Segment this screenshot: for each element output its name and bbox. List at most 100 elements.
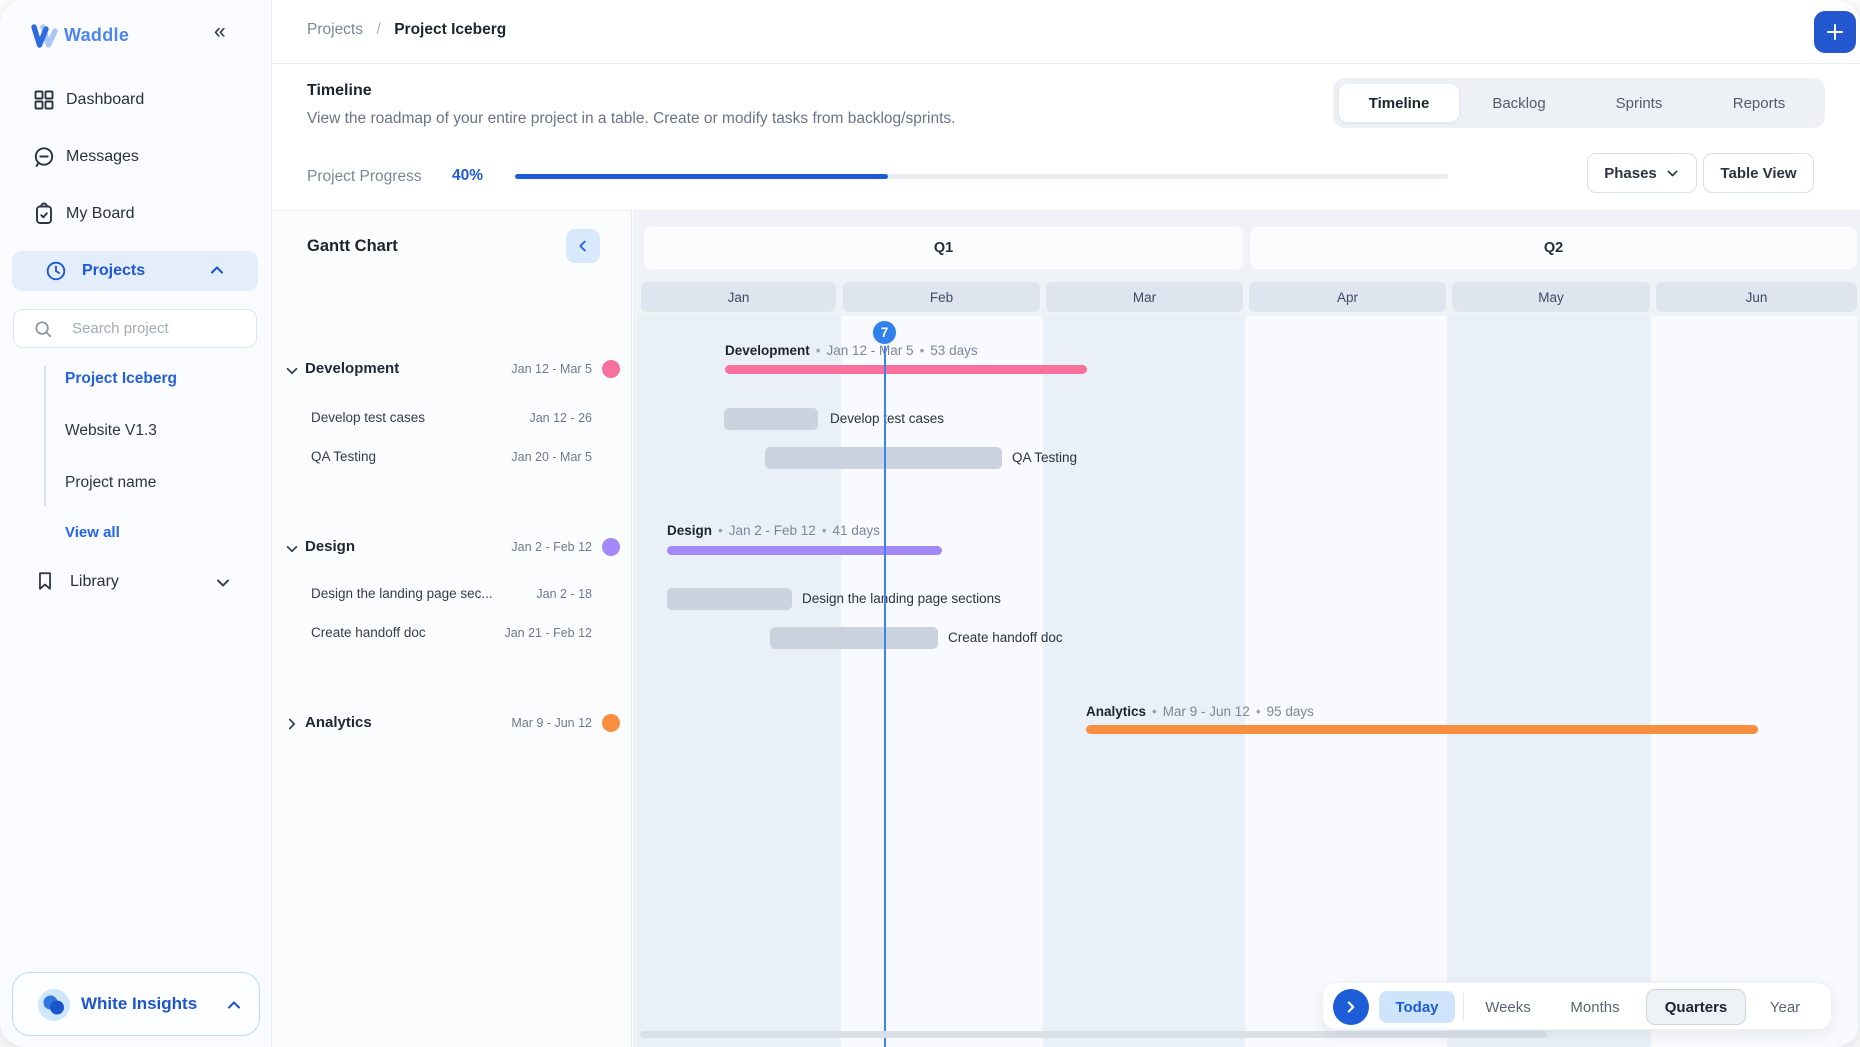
- clock-icon: [44, 259, 68, 283]
- progress-fill: [515, 174, 888, 179]
- horizontal-scrollbar[interactable]: [640, 1031, 1547, 1038]
- timeline-zoom-toolbar: Today Weeks Months Quarters Year: [1322, 982, 1832, 1030]
- today-button[interactable]: Today: [1379, 991, 1455, 1023]
- table-view-button[interactable]: Table View: [1703, 153, 1814, 193]
- progress-value: 40%: [452, 167, 483, 185]
- month-header-mar: Mar: [1046, 282, 1243, 312]
- progress-bar: [515, 174, 1448, 179]
- gantt-group-design[interactable]: Design Jan 2 - Feb 12: [272, 535, 632, 563]
- sidebar-item-label: Messages: [66, 148, 139, 166]
- grid-icon: [32, 88, 56, 112]
- chat-icon: [32, 145, 56, 169]
- sidebar-item-library[interactable]: Library: [0, 566, 272, 598]
- month-stripe: [1043, 316, 1245, 1047]
- view-all-link[interactable]: View all: [65, 524, 120, 541]
- phases-label: Phases: [1604, 165, 1657, 182]
- phases-button[interactable]: Phases: [1587, 153, 1697, 193]
- tab-backlog[interactable]: Backlog: [1459, 84, 1579, 122]
- month-stripe: [1245, 316, 1447, 1047]
- group-color-dot: [602, 714, 620, 732]
- quarters-option[interactable]: Quarters: [1646, 989, 1746, 1025]
- breadcrumb-projects[interactable]: Projects: [307, 21, 363, 38]
- weeks-option[interactable]: Weeks: [1473, 991, 1543, 1023]
- chevron-up-icon: [225, 996, 243, 1019]
- sidebar-collapse-icon[interactable]: «: [214, 20, 226, 44]
- sidebar-item-label: Library: [70, 573, 119, 591]
- task-dates: Jan 20 - Mar 5: [511, 450, 592, 464]
- phase-label-analytics: Analytics•Mar 9 - Jun 12•95 days: [1086, 704, 1314, 719]
- jump-forward-button[interactable]: [1333, 989, 1369, 1025]
- breadcrumb-current: Project Iceberg: [394, 21, 506, 38]
- phase-name: Analytics: [1086, 704, 1146, 719]
- search-project-input[interactable]: [72, 310, 247, 347]
- task-bar-label: Develop test cases: [830, 408, 944, 430]
- sidebar-item-dashboard[interactable]: Dashboard: [0, 84, 272, 116]
- months-option[interactable]: Months: [1555, 991, 1635, 1023]
- app-title: Waddle: [64, 25, 129, 46]
- phase-dates: Jan 2 - Feb 12: [729, 523, 816, 538]
- sidebar-item-messages[interactable]: Messages: [0, 141, 272, 173]
- phase-duration: 53 days: [930, 343, 977, 358]
- phase-bar-development[interactable]: [725, 365, 1087, 374]
- gantt-task-row[interactable]: Create handoff doc Jan 21 - Feb 12: [272, 623, 632, 645]
- task-bar-create-handoff[interactable]: [770, 627, 938, 649]
- gantt-group-development[interactable]: Development Jan 12 - Mar 5: [272, 357, 632, 385]
- phase-bar-analytics[interactable]: [1086, 725, 1758, 734]
- phase-duration: 41 days: [833, 523, 880, 538]
- app-window: Waddle « Dashboard Messages: [0, 0, 1860, 1047]
- gantt-group-analytics[interactable]: Analytics Mar 9 - Jun 12: [272, 711, 632, 739]
- month-header-jan: Jan: [641, 282, 836, 312]
- phase-dates: Mar 9 - Jun 12: [1163, 704, 1250, 719]
- task-bar-label: Design the landing page sections: [802, 588, 1001, 610]
- group-name: Design: [305, 538, 355, 555]
- gantt-task-row[interactable]: Develop test cases Jan 12 - 26: [272, 408, 632, 430]
- waddle-logo-icon: [30, 22, 60, 55]
- search-project-box: [13, 309, 257, 348]
- chevron-down-icon: [1665, 166, 1680, 181]
- phase-label-development: Development•Jan 12 - Mar 5•53 days: [725, 343, 978, 358]
- month-header-may: May: [1452, 282, 1650, 312]
- breadcrumb-separator: /: [376, 21, 380, 38]
- tab-timeline[interactable]: Timeline: [1339, 84, 1459, 122]
- phase-dates: Jan 12 - Mar 5: [827, 343, 914, 358]
- clipboard-icon: [32, 202, 56, 226]
- sidebar-project-website[interactable]: Website V1.3: [65, 422, 157, 440]
- year-option[interactable]: Year: [1755, 991, 1815, 1023]
- panel-collapse-button[interactable]: [566, 229, 600, 263]
- task-bar-design-landing[interactable]: [667, 588, 792, 610]
- white-insights-button[interactable]: White Insights: [12, 972, 260, 1036]
- insights-label: White Insights: [81, 994, 197, 1014]
- sidebar-item-my-board[interactable]: My Board: [0, 198, 272, 230]
- task-name: QA Testing: [311, 449, 376, 464]
- sidebar-item-label: My Board: [66, 205, 134, 223]
- task-bar-label: QA Testing: [1012, 447, 1077, 469]
- today-line: [884, 323, 886, 1047]
- sidebar-project-iceberg[interactable]: Project Iceberg: [65, 370, 177, 388]
- bookmark-icon: [34, 570, 58, 594]
- gantt-task-row[interactable]: Design the landing page sec... Jan 2 - 1…: [272, 584, 632, 606]
- task-bar-develop-test-cases[interactable]: [724, 408, 818, 430]
- task-name: Design the landing page sec...: [311, 586, 493, 601]
- sidebar-project-name[interactable]: Project name: [65, 474, 156, 492]
- tab-reports[interactable]: Reports: [1699, 84, 1819, 122]
- task-name: Create handoff doc: [311, 625, 426, 640]
- chevron-down-icon: [214, 574, 232, 597]
- chevron-down-icon[interactable]: [284, 541, 300, 557]
- add-button[interactable]: [1814, 11, 1856, 53]
- phase-bar-design[interactable]: [667, 546, 942, 555]
- top-header: Projects / Project Iceberg: [272, 0, 1860, 64]
- table-view-label: Table View: [1720, 165, 1796, 182]
- tab-sprints[interactable]: Sprints: [1579, 84, 1699, 122]
- phase-duration: 95 days: [1267, 704, 1314, 719]
- gantt-task-row[interactable]: QA Testing Jan 20 - Mar 5: [272, 447, 632, 469]
- sidebar-item-label: Projects: [82, 262, 145, 280]
- search-icon: [32, 318, 54, 345]
- task-dates: Jan 21 - Feb 12: [504, 626, 592, 640]
- month-header-apr: Apr: [1249, 282, 1446, 312]
- chevron-right-icon[interactable]: [284, 716, 300, 732]
- task-dates: Jan 2 - 18: [536, 587, 592, 601]
- progress-label: Project Progress: [307, 168, 422, 186]
- chevron-down-icon[interactable]: [284, 363, 300, 379]
- sidebar-item-projects[interactable]: Projects: [12, 251, 258, 291]
- breadcrumb: Projects / Project Iceberg: [307, 21, 506, 39]
